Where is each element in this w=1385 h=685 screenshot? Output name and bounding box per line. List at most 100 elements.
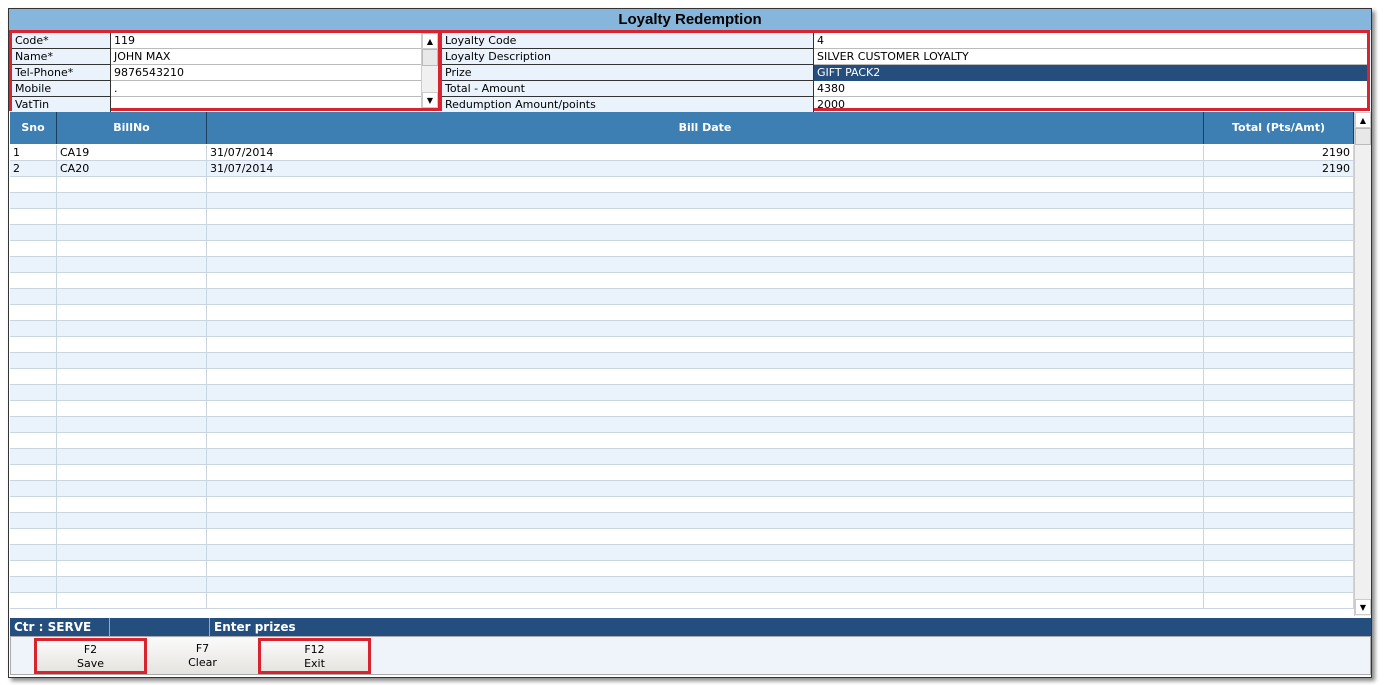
cell-sno[interactable]	[10, 417, 57, 433]
cell-bill-date[interactable]	[207, 193, 1204, 209]
cell-sno[interactable]	[10, 225, 57, 241]
table-row[interactable]	[10, 593, 1354, 609]
cell-total[interactable]: 2190	[1204, 145, 1354, 161]
cell-bill-date[interactable]	[207, 513, 1204, 529]
cell-sno[interactable]	[10, 209, 57, 225]
clear-button[interactable]: F7 Clear	[147, 638, 258, 674]
exit-button[interactable]: F12 Exit	[258, 638, 371, 674]
table-row[interactable]	[10, 561, 1354, 577]
scroll-down-icon[interactable]: ▼	[1355, 599, 1371, 615]
cell-bill-date[interactable]: 31/07/2014	[207, 145, 1204, 161]
cell-sno[interactable]	[10, 385, 57, 401]
table-row[interactable]	[10, 209, 1354, 225]
cell-sno[interactable]	[10, 289, 57, 305]
scroll-thumb[interactable]	[1355, 128, 1371, 145]
table-row[interactable]	[10, 481, 1354, 497]
cell-bill-date[interactable]	[207, 321, 1204, 337]
cell-bill-date[interactable]	[207, 305, 1204, 321]
cell-bill-date[interactable]	[207, 481, 1204, 497]
cell-bill-date[interactable]	[207, 241, 1204, 257]
cell-billno[interactable]	[57, 209, 207, 225]
cell-billno[interactable]	[57, 257, 207, 273]
table-row[interactable]	[10, 385, 1354, 401]
cell-billno[interactable]	[57, 577, 207, 593]
table-row[interactable]	[10, 225, 1354, 241]
cell-billno[interactable]	[57, 177, 207, 193]
col-header-total[interactable]: Total (Pts/Amt)	[1204, 112, 1354, 144]
cell-billno[interactable]	[57, 337, 207, 353]
customer-value[interactable]: 119	[111, 33, 421, 49]
cell-bill-date[interactable]	[207, 417, 1204, 433]
table-row[interactable]	[10, 433, 1354, 449]
loyalty-value[interactable]: GIFT PACK2	[814, 65, 1367, 81]
customer-value[interactable]: JOHN MAX	[111, 49, 421, 65]
customer-scrollbar[interactable]: ▲ ▼	[421, 33, 438, 108]
cell-total[interactable]	[1204, 481, 1354, 497]
cell-bill-date[interactable]	[207, 449, 1204, 465]
cell-bill-date[interactable]	[207, 273, 1204, 289]
loyalty-value[interactable]: 4	[814, 33, 1367, 49]
table-row[interactable]	[10, 577, 1354, 593]
cell-billno[interactable]	[57, 225, 207, 241]
cell-billno[interactable]	[57, 561, 207, 577]
customer-value[interactable]: .	[111, 81, 421, 97]
cell-billno[interactable]	[57, 481, 207, 497]
col-header-sno[interactable]: Sno	[10, 112, 57, 144]
customer-value[interactable]	[111, 97, 421, 113]
table-row[interactable]	[10, 513, 1354, 529]
cell-bill-date[interactable]	[207, 497, 1204, 513]
cell-total[interactable]	[1204, 497, 1354, 513]
cell-sno[interactable]: 1	[10, 145, 57, 161]
cell-billno[interactable]	[57, 193, 207, 209]
table-row[interactable]	[10, 241, 1354, 257]
cell-billno[interactable]	[57, 401, 207, 417]
table-row[interactable]	[10, 257, 1354, 273]
cell-billno[interactable]	[57, 529, 207, 545]
cell-total[interactable]: 2190	[1204, 161, 1354, 177]
cell-bill-date[interactable]	[207, 433, 1204, 449]
loyalty-value[interactable]: 4380	[814, 81, 1367, 97]
cell-billno[interactable]	[57, 465, 207, 481]
cell-total[interactable]	[1204, 225, 1354, 241]
table-row[interactable]	[10, 545, 1354, 561]
loyalty-value[interactable]: 2000	[814, 97, 1367, 113]
cell-total[interactable]	[1204, 465, 1354, 481]
cell-billno[interactable]	[57, 353, 207, 369]
table-row[interactable]	[10, 273, 1354, 289]
loyalty-value[interactable]: SILVER CUSTOMER LOYALTY	[814, 49, 1367, 65]
cell-billno[interactable]	[57, 369, 207, 385]
cell-bill-date[interactable]	[207, 209, 1204, 225]
table-row[interactable]	[10, 353, 1354, 369]
cell-total[interactable]	[1204, 385, 1354, 401]
cell-total[interactable]	[1204, 289, 1354, 305]
cell-sno[interactable]	[10, 497, 57, 513]
cell-billno[interactable]	[57, 433, 207, 449]
cell-total[interactable]	[1204, 401, 1354, 417]
cell-total[interactable]	[1204, 193, 1354, 209]
cell-sno[interactable]	[10, 353, 57, 369]
cell-billno[interactable]	[57, 321, 207, 337]
cell-total[interactable]	[1204, 529, 1354, 545]
cell-bill-date[interactable]	[207, 337, 1204, 353]
table-row[interactable]	[10, 449, 1354, 465]
cell-sno[interactable]	[10, 337, 57, 353]
cell-total[interactable]	[1204, 513, 1354, 529]
cell-sno[interactable]	[10, 465, 57, 481]
cell-sno[interactable]	[10, 193, 57, 209]
cell-total[interactable]	[1204, 545, 1354, 561]
cell-billno[interactable]	[57, 513, 207, 529]
col-header-billno[interactable]: BillNo	[57, 112, 207, 144]
cell-sno[interactable]	[10, 401, 57, 417]
cell-sno[interactable]	[10, 545, 57, 561]
cell-total[interactable]	[1204, 433, 1354, 449]
cell-bill-date[interactable]	[207, 577, 1204, 593]
cell-total[interactable]	[1204, 321, 1354, 337]
cell-billno[interactable]	[57, 417, 207, 433]
cell-sno[interactable]: 2	[10, 161, 57, 177]
cell-sno[interactable]	[10, 561, 57, 577]
cell-billno[interactable]	[57, 289, 207, 305]
cell-sno[interactable]	[10, 321, 57, 337]
table-row[interactable]	[10, 497, 1354, 513]
cell-sno[interactable]	[10, 593, 57, 609]
cell-total[interactable]	[1204, 561, 1354, 577]
